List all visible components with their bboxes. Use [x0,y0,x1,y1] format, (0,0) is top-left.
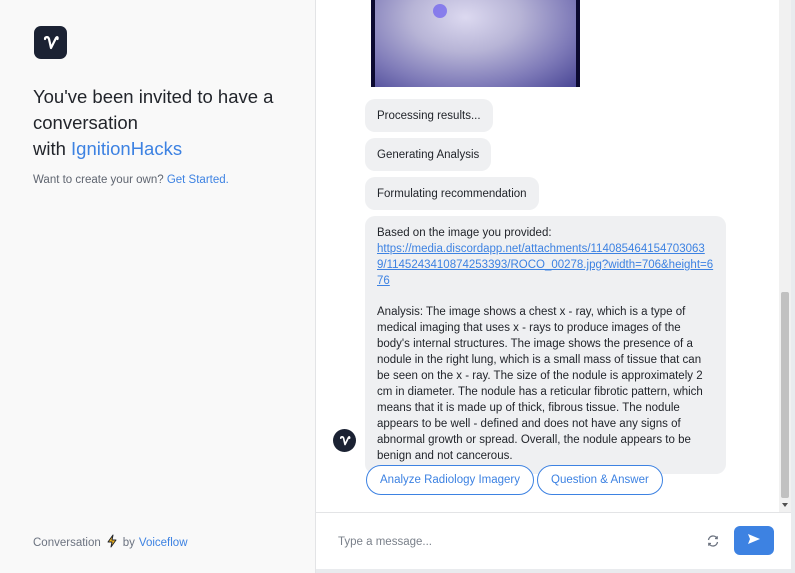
bot-message: Generating Analysis [365,138,492,171]
analyze-radiology-button[interactable]: Analyze Radiology Imagery [366,465,534,495]
image-link[interactable]: https://media.discordapp.net/attachments… [377,241,714,289]
question-answer-button[interactable]: Question & Answer [537,465,663,495]
create-own-text: Want to create your own? Get Started. [33,174,229,186]
analysis-message: Based on the image you provided: https:/… [365,216,726,474]
invite-heading: You've been invited to have a conversati… [33,84,303,162]
bot-message: Formulating recommendation [365,177,539,210]
scroll-down-arrow-icon[interactable] [782,503,788,507]
invite-with: with [33,138,66,159]
message-text: Formulating recommendation [377,187,527,200]
lightning-icon [105,534,119,551]
send-icon [747,532,761,550]
analysis-body: Analysis: The image shows a chest x - ra… [377,306,703,462]
refresh-icon[interactable] [705,533,721,549]
message-text: Generating Analysis [377,148,480,161]
chat-scrollbar[interactable] [779,0,791,512]
bot-avatar-icon [333,429,356,452]
sidebar: You've been invited to have a conversati… [0,0,316,573]
message-composer [316,512,791,569]
xray-highlight [433,4,447,18]
voiceflow-link[interactable]: Voiceflow [139,537,188,549]
create-own-label: Want to create your own? [33,174,164,186]
bot-message: Processing results... [365,99,493,132]
chat-area: Processing results... Generating Analysi… [316,0,779,512]
scrollbar-thumb[interactable] [781,292,789,498]
chest-xray-image [371,0,580,87]
get-started-link[interactable]: Get Started. [167,174,229,186]
analysis-intro: Based on the image you provided: [377,227,552,239]
footer-by: by [122,536,135,549]
company-name: IgnitionHacks [71,138,183,159]
voiceflow-logo-icon [34,26,67,59]
footer-prefix: Conversation [33,536,101,549]
invite-line: You've been invited to have a conversati… [33,86,274,133]
message-input[interactable] [338,532,678,552]
send-button[interactable] [734,526,774,555]
message-text: Processing results... [377,109,481,122]
powered-by-footer: Conversation by Voiceflow [33,534,188,551]
